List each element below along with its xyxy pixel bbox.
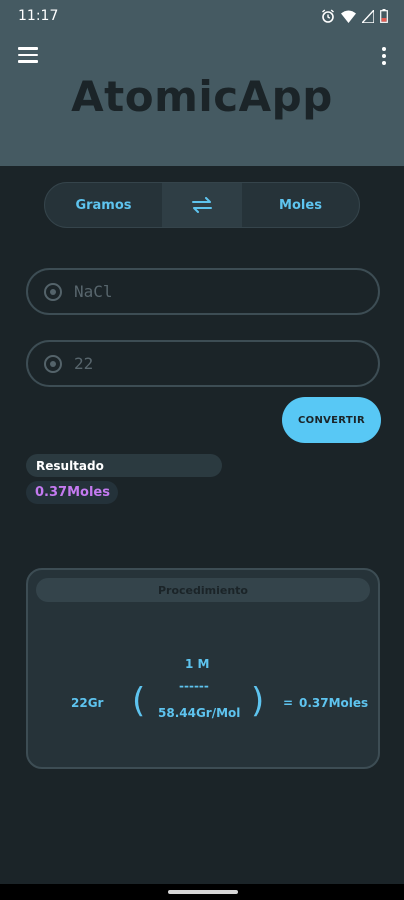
wifi-icon [341,10,356,23]
status-time: 11:17 [18,8,59,24]
result-value: 0.37Moles [26,481,118,504]
procedure-grams: 22Gr [71,696,104,710]
amount-input[interactable] [74,354,364,373]
alarm-icon [322,9,334,23]
battery-icon [380,9,388,23]
procedure-divider: ------ [179,679,209,693]
swap-arrows-icon [192,197,212,213]
procedure-result: 0.37Moles [299,696,369,710]
status-bar: 11:17 [0,0,404,32]
unit-toggle-group: Gramos Moles [44,182,360,228]
toggle-moles[interactable]: Moles [242,183,359,227]
system-nav-bar [0,884,404,900]
radio-target-icon [44,354,62,373]
procedure-card: Procedimiento 22Gr ( 1 M ------ 58.44Gr/… [26,568,380,769]
result-label: Resultado [26,454,222,477]
more-options-icon[interactable] [380,46,388,66]
radio-target-icon [44,282,62,301]
hamburger-menu-icon[interactable] [18,46,40,64]
toggle-grams[interactable]: Gramos [45,183,162,227]
swap-units-button[interactable] [162,183,242,227]
app-title: AtomicApp [71,72,333,121]
procedure-numerator: 1 M [185,657,210,671]
home-gesture-handle[interactable] [168,890,238,894]
app-header: AtomicApp [0,32,404,166]
procedure-equals: = [283,696,294,710]
signal-icon [362,9,374,23]
compound-field[interactable] [26,268,380,315]
procedure-denominator: 58.44Gr/Mol [158,706,241,720]
convert-button[interactable]: CONVERTIR [282,397,381,443]
amount-field[interactable] [26,340,380,387]
compound-input[interactable] [74,282,364,301]
procedure-close-paren: ) [251,681,265,721]
procedure-open-paren: ( [132,681,146,721]
status-icons [321,9,388,23]
procedure-title: Procedimiento [36,578,370,602]
